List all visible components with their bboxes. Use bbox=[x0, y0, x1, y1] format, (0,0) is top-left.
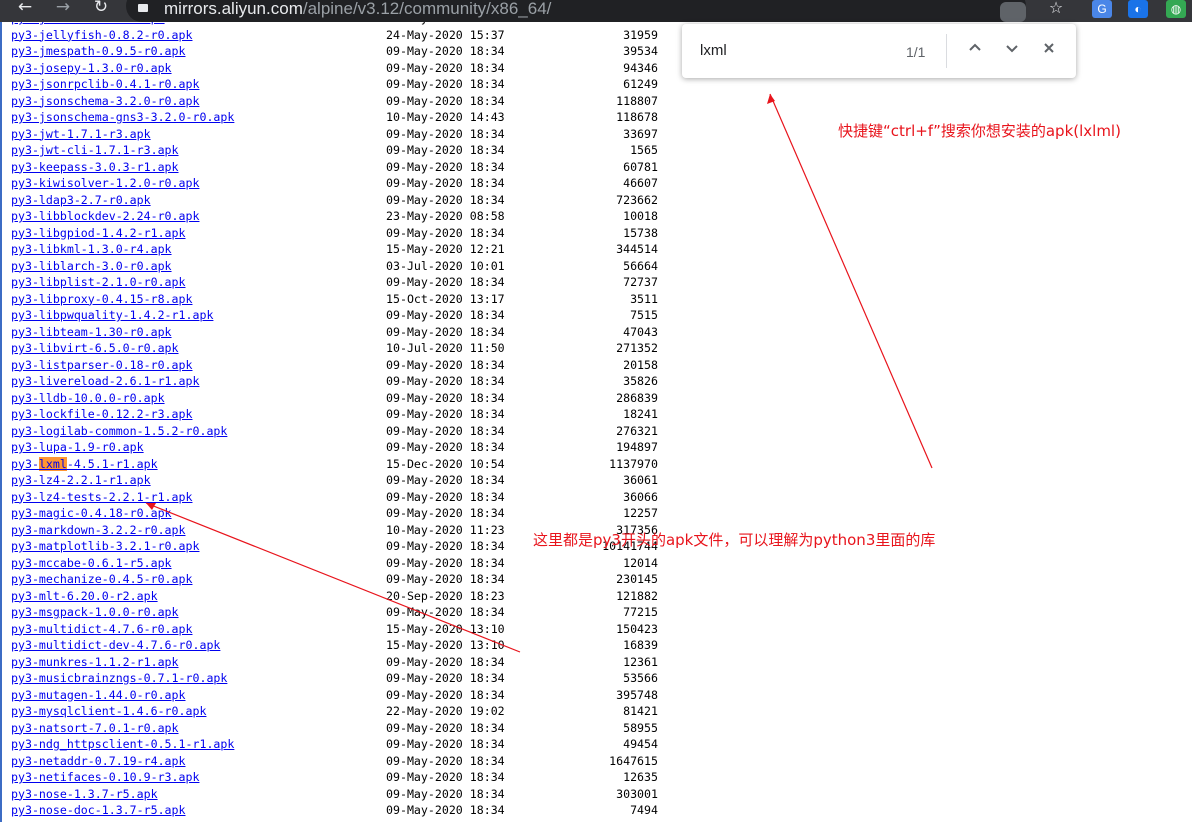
shortcut-annotation: 快捷键“ctrl+f”搜索你想安装的apk(lxlml) bbox=[838, 122, 1121, 140]
lxml-annotation-arrow bbox=[145, 502, 521, 653]
library-annotation: 这里都是py3开头的apk文件，可以理解为python3里面的库 bbox=[533, 531, 936, 549]
find-annotation-arrow bbox=[769, 93, 933, 469]
